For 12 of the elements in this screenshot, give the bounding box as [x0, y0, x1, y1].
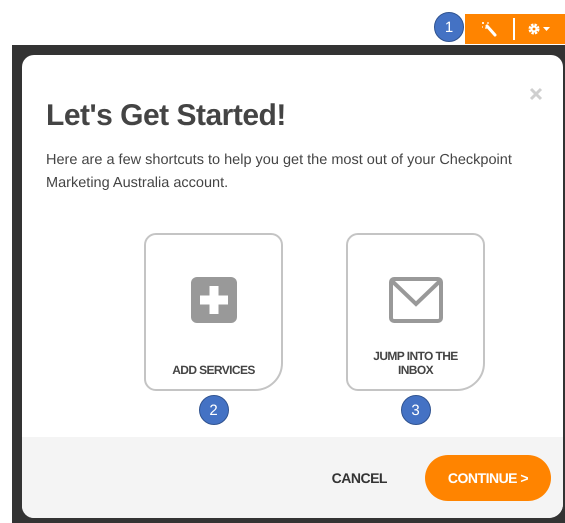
close-button[interactable]	[529, 87, 543, 101]
envelope-icon	[388, 277, 442, 323]
cancel-button[interactable]: CANCEL	[326, 468, 393, 486]
callout-badge: 1	[434, 12, 464, 42]
close-icon	[529, 87, 543, 101]
dialog-description: Here are a few shortcuts to help you get the most out of your Checkpoint Marketing Australia account.	[46, 151, 513, 193]
gear-icon	[527, 22, 551, 36]
callout-badge: 3	[400, 395, 430, 425]
plus-icon	[190, 277, 236, 323]
wand-icon	[480, 20, 498, 38]
dialog-title: Let's Get Started!	[46, 99, 287, 133]
callout-badge: 2	[198, 395, 228, 425]
